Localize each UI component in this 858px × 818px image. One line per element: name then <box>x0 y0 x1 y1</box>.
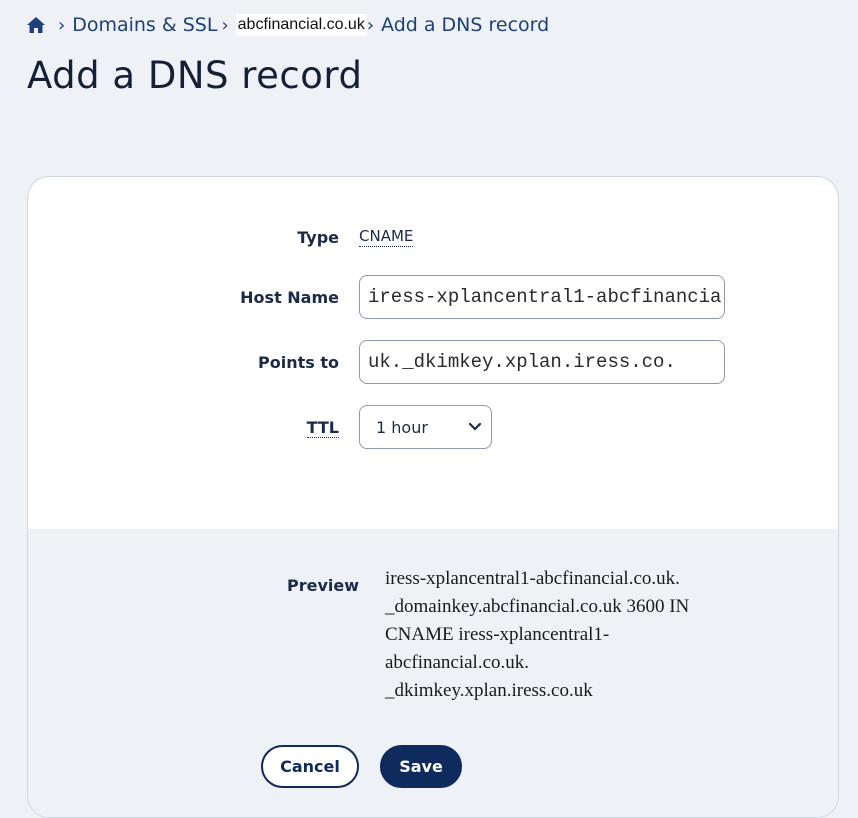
breadcrumb-domains-ssl[interactable]: Domains & SSL <box>72 14 217 36</box>
ttl-row: TTL 1 hour <box>28 404 838 450</box>
preview-section: Preview iress-xplancentral1-abcfinancial… <box>28 529 838 817</box>
preview-line: _domainkey.abcfinancial.co.uk 3600 IN <box>385 596 690 617</box>
chevron-right-icon: › <box>221 14 229 36</box>
chevron-down-icon <box>469 423 481 431</box>
preview-line: CNAME iress-xplancentral1- <box>385 624 610 645</box>
chevron-right-icon: › <box>366 14 375 36</box>
cancel-button[interactable]: Cancel <box>261 745 359 788</box>
preview-line: _dkimkey.xplan.iress.co.uk <box>385 680 593 701</box>
save-button[interactable]: Save <box>380 745 462 788</box>
ttl-select[interactable]: 1 hour <box>359 405 492 449</box>
points-to-input[interactable]: uk._dkimkey.xplan.iress.co. <box>359 340 725 384</box>
ttl-label-text: TTL <box>306 417 339 438</box>
dns-record-form-card: Type CNAME Host Name iress-xplancentral1… <box>27 176 839 818</box>
preview-label: Preview <box>286 576 359 595</box>
type-label: Type <box>297 227 339 247</box>
breadcrumb-current: Add a DNS record <box>381 14 550 36</box>
home-icon[interactable] <box>26 15 46 35</box>
preview-line: abcfinancial.co.uk. <box>385 652 530 673</box>
host-name-row: Host Name iress-xplancentral1-abcfinanci… <box>28 274 838 320</box>
points-to-label: Points to <box>258 352 339 372</box>
preview-line: iress-xplancentral1-abcfinancial.co.uk. <box>385 568 680 589</box>
breadcrumb-domain[interactable]: abcfinancial.co.uk <box>235 14 367 36</box>
host-name-label: Host Name <box>240 287 339 307</box>
host-name-input[interactable]: iress-xplancentral1-abcfinancial.co.uk._… <box>359 275 725 319</box>
breadcrumb: › Domains & SSL › abcfinancial.co.uk › A… <box>26 11 549 39</box>
ttl-label[interactable]: TTL <box>28 417 359 438</box>
preview-text: iress-xplancentral1-abcfinancial.co.uk. … <box>385 565 785 705</box>
ttl-selected-value: 1 hour <box>376 417 428 437</box>
chevron-right-icon: › <box>58 14 66 36</box>
type-value[interactable]: CNAME <box>359 227 414 247</box>
type-row: Type CNAME <box>28 225 838 249</box>
points-to-row: Points to uk._dkimkey.xplan.iress.co. <box>28 339 838 385</box>
page-title: Add a DNS record <box>27 54 363 97</box>
